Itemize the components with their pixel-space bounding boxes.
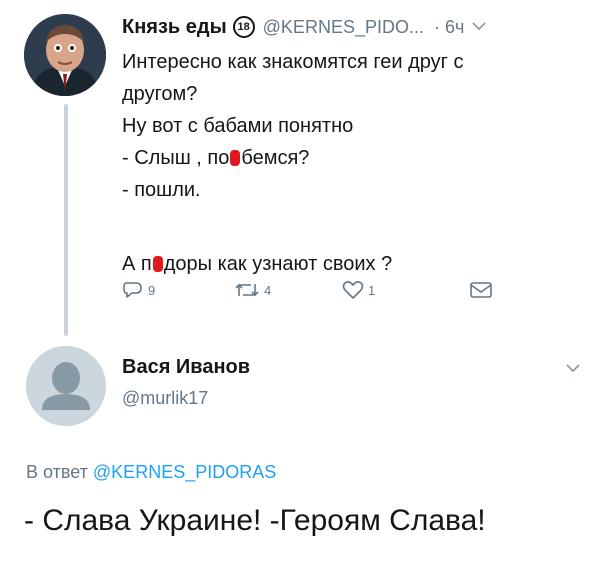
tweet-actions: 9 4 1 [122,280,494,300]
retweet-count: 4 [264,282,272,298]
tweet-line-part: - Слыш , по [122,147,230,169]
tweet-line: - пошли. [122,179,201,201]
tweet-line: - Слыш , по бемся? [122,142,582,174]
avatar[interactable] [24,14,106,96]
timestamp[interactable]: · 6ч [434,17,464,38]
author-handle[interactable]: @murlik17 [122,388,208,409]
tweet-line-part: доры как узнают своих ? [163,253,393,275]
like-button[interactable]: 1 [342,280,468,300]
redaction-mark [230,150,241,166]
author-name[interactable]: Князь еды [122,16,227,39]
retweet-icon [235,283,259,297]
reply-to-link[interactable]: @KERNES_PIDORAS [93,462,276,482]
tweet-line-part: А п [122,253,152,275]
tweet-line: А п доры как узнают своих ? [122,248,582,280]
message-icon [470,282,492,298]
like-count: 1 [368,282,376,298]
reply-icon [123,282,142,298]
retweet-button[interactable]: 4 [234,280,342,300]
tweet-line-part: бемся? [241,147,310,169]
direct-message-button[interactable] [468,280,494,300]
tweet-body: Интересно как знакомятся геи друг с друг… [122,46,582,280]
reply-prefix: В ответ [26,462,88,482]
reply-button[interactable]: 9 [122,280,234,300]
tweet-line: Интересно как знакомятся геи друг с [122,51,464,73]
tweet-line: другом? [122,83,198,105]
age-18-badge-icon: 18 [232,16,255,38]
redaction-mark [152,256,163,272]
avatar[interactable] [26,346,106,426]
avatar-photo [24,14,106,96]
default-avatar-icon [26,346,106,426]
tweet-header: Князь еды 18 @KERNES_PIDO... · 6ч [122,12,486,42]
author-name[interactable]: Вася Иванов [122,356,250,379]
author-handle[interactable]: @KERNES_PIDO... [263,17,424,38]
tweet-line: Ну вот с бабами понятно [122,115,354,137]
like-icon [342,281,364,299]
chevron-down-icon[interactable] [566,360,580,378]
tweet-body: - Слава Украине! -Героям Слава! [24,504,486,537]
chevron-down-icon[interactable] [472,18,486,36]
thread-line [64,104,68,336]
reply-count: 9 [148,282,156,298]
reply-context: В ответ @KERNES_PIDORAS [26,462,276,483]
